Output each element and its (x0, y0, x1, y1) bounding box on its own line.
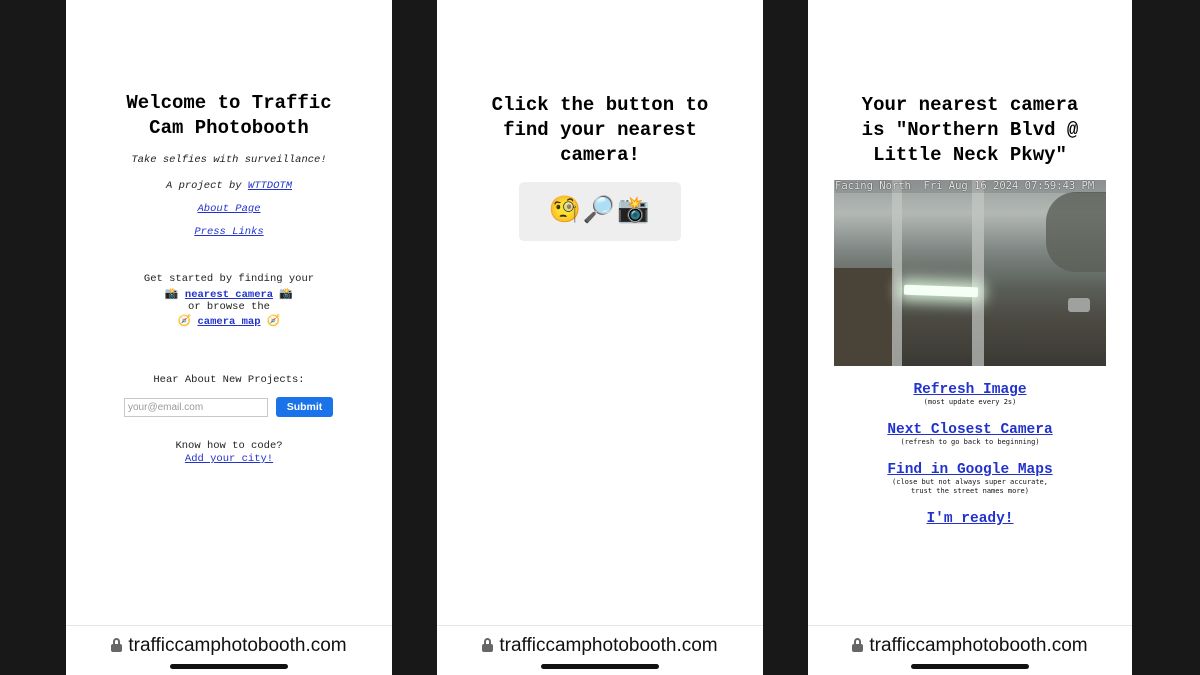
phone-screen-find: Click the button to find your nearest ca… (437, 0, 763, 675)
camera-map-row: 🧭 camera map 🧭 (66, 314, 392, 329)
camera-map-link[interactable]: camera map (197, 316, 260, 328)
maps-note-line-2: trust the street names more) (910, 487, 1029, 495)
nearest-camera-row: 📸 nearest camera 📸 (66, 287, 392, 302)
monocle-magnifier-camera-icon: 🧐🔎📸 (548, 195, 652, 225)
compass-icon: 🧭 (177, 314, 192, 327)
home-indicator[interactable] (911, 664, 1029, 669)
phone-screen-welcome: Welcome to Traffic Cam Photobooth Take s… (66, 0, 392, 675)
next-note: (refresh to go back to beginning) (900, 438, 1040, 446)
address-bar[interactable]: trafficcamphotobooth.com (437, 625, 763, 675)
page-title: Your nearest camera is "Northern Blvd @ … (861, 94, 1079, 166)
nearest-camera-link[interactable]: nearest camera (185, 289, 273, 301)
next-closest-camera-link[interactable]: Next Closest Camera (887, 422, 1052, 438)
url-text: trafficcamphotobooth.com (869, 635, 1088, 656)
maps-note-line-1: (close but not always super accurate, (892, 478, 1048, 486)
compass-icon: 🧭 (266, 314, 281, 327)
project-prefix: A project by (165, 180, 242, 192)
refresh-note: (most update every 2s) (923, 398, 1017, 406)
browse-text: or browse the (188, 301, 270, 313)
newsletter-label: Hear About New Projects: (153, 374, 305, 386)
newsletter-form: Submit (124, 397, 334, 417)
phone-screen-camera: Your nearest camera is "Northern Blvd @ … (808, 0, 1132, 675)
lock-icon (852, 638, 864, 652)
wttdotm-link[interactable]: WTTDOTM (248, 180, 292, 192)
address-bar[interactable]: trafficcamphotobooth.com (808, 625, 1132, 675)
tagline: Take selfies with surveillance! (131, 154, 327, 166)
refresh-image-link[interactable]: Refresh Image (913, 382, 1026, 398)
page-title: Welcome to Traffic Cam Photobooth (126, 92, 332, 139)
submit-button[interactable]: Submit (276, 397, 333, 417)
camera-flash-icon: 📸 (279, 287, 294, 300)
url-text: trafficcamphotobooth.com (499, 635, 718, 656)
get-started-text: Get started by finding your (143, 273, 315, 285)
find-nearest-camera-button[interactable]: 🧐🔎📸 (519, 182, 681, 241)
url-text: trafficcamphotobooth.com (128, 635, 347, 656)
press-links-link[interactable]: Press Links (194, 226, 263, 238)
page-title: Click the button to find your nearest ca… (491, 94, 709, 166)
add-city-link[interactable]: Add your city! (185, 453, 273, 465)
know-code-text: Know how to code? (175, 440, 283, 452)
lock-icon (482, 638, 494, 652)
camera-timestamp-overlay: Facing North Fri Aug 16 2024 07:59:43 PM (835, 180, 1106, 193)
im-ready-link[interactable]: I'm ready! (926, 511, 1013, 527)
project-credit: A project by WTTDOTM (66, 180, 392, 193)
address-bar[interactable]: trafficcamphotobooth.com (66, 625, 392, 675)
email-field[interactable] (124, 398, 268, 417)
camera-flash-icon: 📸 (164, 287, 179, 300)
lock-icon (111, 638, 123, 652)
about-page-link[interactable]: About Page (197, 203, 260, 215)
google-maps-link[interactable]: Find in Google Maps (887, 462, 1052, 478)
home-indicator[interactable] (541, 664, 659, 669)
home-indicator[interactable] (170, 664, 288, 669)
camera-image: Facing North Fri Aug 16 2024 07:59:43 PM (834, 180, 1106, 366)
